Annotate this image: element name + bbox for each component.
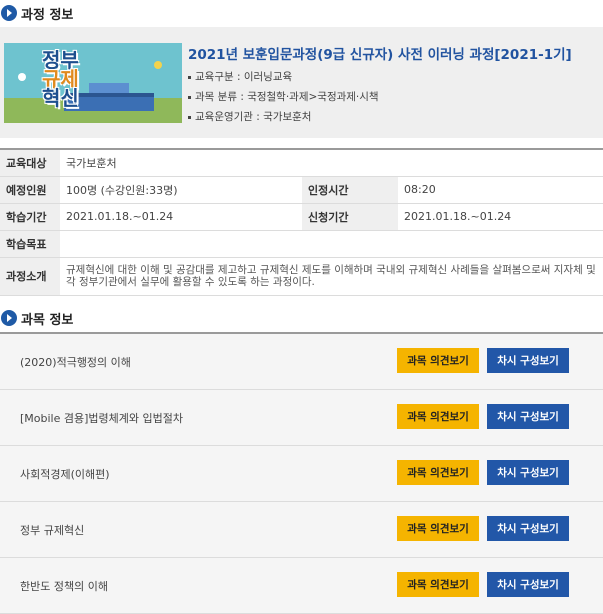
bullet-category: 과목 분류 : 국정철학·과제>국정과제·시책 [188,89,379,104]
subject-row: (2020)적극행정의 이해 과목 의견보기 차시 구성보기 [0,334,603,390]
subject-row: [Mobile 겸용]법령체계와 입법절차 과목 의견보기 차시 구성보기 [0,390,603,446]
section-title: 과정 정보 [21,7,74,23]
subject-opinion-button[interactable]: 과목 의견보기 [397,460,479,485]
value-cert-time: 08:20 [398,176,603,204]
label-capacity: 예정인원 [0,176,60,204]
play-circle-icon [1,310,17,326]
subject-row: 사회적경제(이해편) 과목 의견보기 차시 구성보기 [0,446,603,502]
lesson-compose-button[interactable]: 차시 구성보기 [487,348,569,373]
lesson-compose-button[interactable]: 차시 구성보기 [487,516,569,541]
lesson-compose-button[interactable]: 차시 구성보기 [487,572,569,597]
label-goal: 학습목표 [0,230,60,258]
value-capacity: 100명 (수강인원:33명) [60,176,302,204]
value-intro: 규제혁신에 대한 이해 및 공감대를 제고하고 규제혁신 제도를 이해하며 국내… [60,257,603,296]
course-title: 2021년 보훈입문과정(9급 신규자) 사전 이러닝 과정[2021-1기] [188,47,572,63]
course-thumbnail: 정부 규제 혁신 [4,43,182,123]
subject-name: 사회적경제(이해편) [20,468,110,481]
label-intro: 과정소개 [0,257,60,296]
subject-name: [Mobile 겸용]법령체계와 입법절차 [20,412,183,425]
value-apply: 2021.01.18.~01.24 [398,203,603,231]
lesson-compose-button[interactable]: 차시 구성보기 [487,404,569,429]
subjects-header: 과목 정보 [0,305,73,331]
subject-list: (2020)적극행정의 이해 과목 의견보기 차시 구성보기 [Mobile 겸… [0,332,603,614]
bullet-operator: 교육운영기관 : 국가보훈처 [188,109,311,124]
subject-name: 한반도 정책의 이해 [20,580,108,593]
label-apply: 신청기간 [302,203,398,231]
value-goal [60,230,603,258]
thumbnail-logo: 정부 규제 혁신 [42,48,79,110]
label-cert-time: 인정시간 [302,176,398,204]
subject-name: (2020)적극행정의 이해 [20,356,131,369]
subject-name: 정부 규제혁신 [20,524,85,537]
bullet-edu-type: 교육구분 : 이러닝교육 [188,69,292,84]
section-title: 과목 정보 [21,312,74,328]
course-info-header: 과정 정보 [0,0,73,26]
subject-opinion-button[interactable]: 과목 의견보기 [397,348,479,373]
label-target: 교육대상 [0,149,60,177]
subject-opinion-button[interactable]: 과목 의견보기 [397,516,479,541]
value-target: 국가보훈처 [60,149,603,177]
play-circle-icon [1,5,17,21]
value-period: 2021.01.18.~01.24 [60,203,302,231]
course-detail-table: 교육대상 국가보훈처 예정인원 100명 (수강인원:33명) 인정시간 08:… [0,148,603,296]
subject-opinion-button[interactable]: 과목 의견보기 [397,404,479,429]
course-card: 정부 규제 혁신 2021년 보훈입문과정(9급 신규자) 사전 이러닝 과정[… [0,27,603,138]
subject-opinion-button[interactable]: 과목 의견보기 [397,572,479,597]
subject-row: 정부 규제혁신 과목 의견보기 차시 구성보기 [0,502,603,558]
lesson-compose-button[interactable]: 차시 구성보기 [487,460,569,485]
label-period: 학습기간 [0,203,60,231]
